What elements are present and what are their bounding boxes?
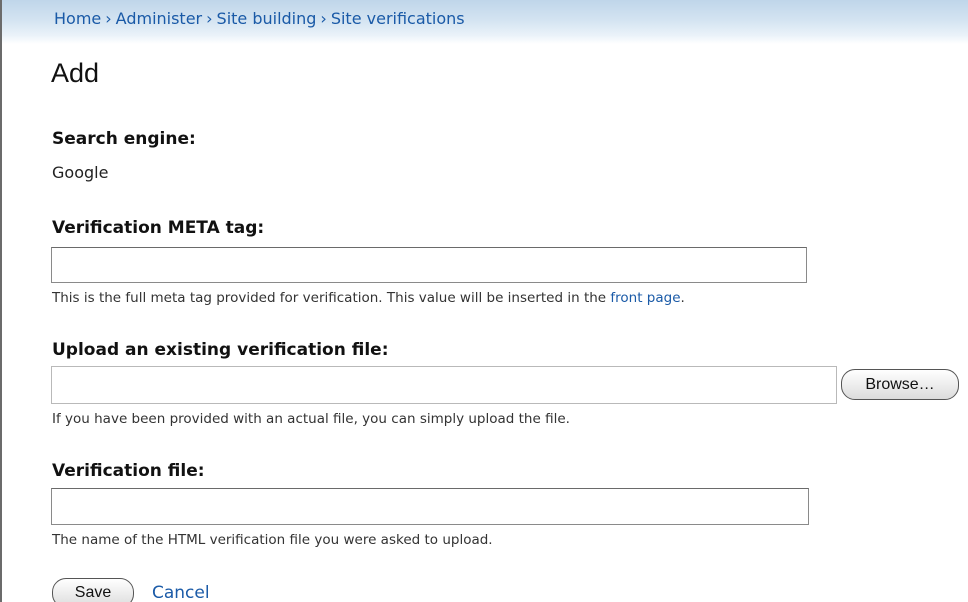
verification-file-input[interactable]: [51, 488, 809, 525]
left-border: [0, 0, 2, 602]
search-engine-label: Search engine:: [52, 129, 196, 149]
meta-tag-input[interactable]: [51, 247, 807, 283]
breadcrumb-site-building[interactable]: Site building: [217, 9, 317, 28]
breadcrumb-separator: ›: [105, 9, 112, 28]
meta-tag-label: Verification META tag:: [52, 218, 265, 238]
meta-tag-description: This is the full meta tag provided for v…: [52, 290, 685, 306]
breadcrumb: Home › Administer › Site building › Site verif…: [54, 9, 465, 28]
meta-tag-description-suffix: .: [680, 290, 685, 306]
breadcrumb-separator: ›: [206, 9, 213, 28]
verification-file-description: The name of the HTML verification file y…: [52, 532, 493, 548]
front-page-link[interactable]: front page: [610, 290, 680, 306]
upload-file-label: Upload an existing verification file:: [52, 340, 389, 360]
page-title: Add: [51, 58, 100, 88]
upload-file-field[interactable]: [51, 366, 837, 404]
breadcrumb-administer[interactable]: Administer: [116, 9, 202, 28]
breadcrumb-site-verifications[interactable]: Site verifications: [331, 9, 465, 28]
verification-file-label: Verification file:: [52, 461, 205, 481]
breadcrumb-bar: Home › Administer › Site building › Site verif…: [2, 0, 968, 44]
meta-tag-description-text: This is the full meta tag provided for v…: [52, 290, 607, 306]
save-button[interactable]: Save: [52, 578, 134, 602]
upload-file-description: If you have been provided with an actual…: [52, 411, 570, 427]
breadcrumb-separator: ›: [320, 9, 327, 28]
breadcrumb-home[interactable]: Home: [54, 9, 101, 28]
search-engine-value: Google: [52, 163, 109, 182]
browse-button[interactable]: Browse…: [841, 369, 959, 400]
cancel-link[interactable]: Cancel: [152, 583, 210, 602]
